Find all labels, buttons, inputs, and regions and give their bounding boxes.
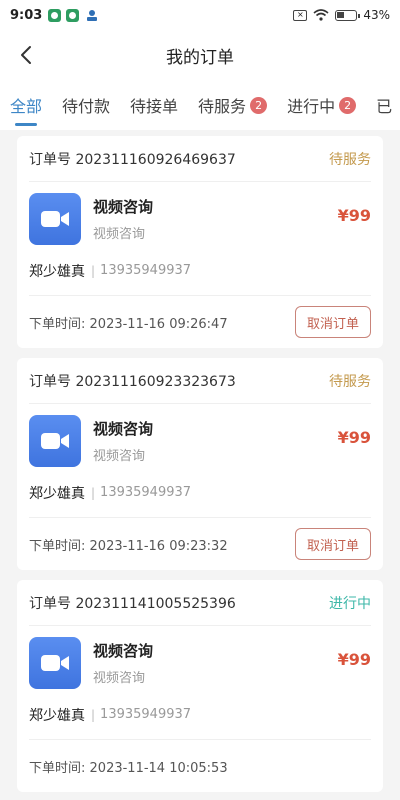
nav-bar: 我的订单 (0, 30, 400, 80)
product-title: 视频咨询 (93, 198, 154, 216)
product-subtitle: 视频咨询 (93, 671, 146, 686)
shield-notification-icon (66, 8, 80, 22)
tab-label: 待服务 (198, 97, 247, 116)
tab-in-progress[interactable]: 进行中 2 (287, 80, 357, 130)
order-card[interactable]: 订单号 202311141005525396 进行中 视频咨询 视频咨询 ¥99… (17, 580, 383, 792)
tab-completed[interactable]: 已 (376, 80, 392, 130)
product-info: 视频咨询 视频咨询 (93, 418, 371, 464)
tab-count-badge: 2 (250, 96, 268, 114)
back-arrow-icon (21, 46, 31, 64)
order-card[interactable]: 订单号 202311160923323673 待服务 视频咨询 视频咨询 ¥99… (17, 358, 383, 570)
tab-label: 全部 (10, 97, 43, 116)
buyer-phone: 13935949937 (100, 485, 192, 500)
tab-label: 进行中 (287, 97, 336, 116)
order-footer: 下单时间: 2023-11-16 09:26:47 取消订单 (29, 296, 371, 348)
order-number-value: 202311160926469637 (75, 151, 236, 168)
order-status: 进行中 (329, 595, 371, 612)
product-info: 视频咨询 视频咨询 (93, 196, 371, 242)
video-camera-icon (41, 433, 69, 449)
order-footer: 下单时间: 2023-11-16 09:23:32 取消订单 (29, 518, 371, 570)
battery-percent: 43% (363, 8, 390, 22)
product-info: 视频咨询 视频咨询 (93, 640, 371, 686)
buyer-divider: | (91, 485, 96, 500)
tab-pending-payment[interactable]: 待付款 (62, 80, 110, 130)
order-time: 下单时间: 2023-11-14 10:05:53 (29, 757, 228, 776)
order-time-value: 2023-11-16 09:23:32 (89, 538, 228, 554)
product-thumbnail (29, 193, 81, 245)
order-time-label: 下单时间: (29, 316, 86, 332)
page-title: 我的订单 (166, 47, 234, 68)
order-number-label: 订单号 (29, 373, 71, 390)
status-time: 9:03 (10, 7, 43, 23)
buyer-info: 郑少雄真 | 13935949937 (29, 478, 371, 518)
product-row: 视频咨询 视频咨询 ¥99 (29, 404, 371, 478)
tab-label: 待付款 (62, 97, 111, 116)
product-thumbnail (29, 415, 81, 467)
buyer-phone: 13935949937 (100, 707, 192, 722)
battery-icon (335, 9, 361, 21)
order-list: 订单号 202311160926469637 待服务 视频咨询 视频咨询 ¥99… (0, 136, 400, 800)
order-footer: 下单时间: 2023-11-14 10:05:53 (29, 740, 371, 792)
tab-count-badge: 2 (339, 96, 357, 114)
status-bar: 9:03 × 43% (0, 0, 400, 30)
order-number-label: 订单号 (29, 595, 71, 612)
product-price: ¥99 (337, 650, 371, 669)
tab-pending-accept[interactable]: 待接单 (130, 80, 178, 130)
buyer-phone: 13935949937 (100, 263, 192, 278)
product-title: 视频咨询 (93, 420, 154, 438)
order-number: 订单号 202311160926469637 (29, 149, 236, 169)
back-button[interactable] (14, 42, 38, 68)
video-camera-icon (41, 655, 69, 671)
tab-label: 已 (376, 97, 393, 116)
order-number-value: 202311141005525396 (75, 595, 236, 612)
order-card[interactable]: 订单号 202311160926469637 待服务 视频咨询 视频咨询 ¥99… (17, 136, 383, 348)
order-number-label: 订单号 (29, 151, 71, 168)
order-header: 订单号 202311141005525396 进行中 (29, 580, 371, 626)
order-time-label: 下单时间: (29, 538, 86, 554)
product-thumbnail (29, 637, 81, 689)
order-header: 订单号 202311160923323673 待服务 (29, 358, 371, 404)
cancel-order-button[interactable]: 取消订单 (295, 306, 371, 338)
status-right: × 43% (293, 8, 390, 22)
video-camera-icon (41, 211, 69, 227)
product-subtitle: 视频咨询 (93, 227, 146, 242)
product-price: ¥99 (337, 428, 371, 447)
order-time-value: 2023-11-14 10:05:53 (89, 760, 228, 776)
buyer-name: 郑少雄真 (29, 707, 85, 724)
order-header: 订单号 202311160926469637 待服务 (29, 136, 371, 182)
product-row: 视频咨询 视频咨询 ¥99 (29, 182, 371, 256)
person-notification-icon (87, 9, 98, 21)
order-number-value: 202311160923323673 (75, 373, 236, 390)
order-tabs: 全部 待付款 待接单 待服务 2 进行中 2 已 (0, 80, 400, 130)
tab-all[interactable]: 全部 (10, 80, 42, 130)
order-time-value: 2023-11-16 09:26:47 (89, 316, 228, 332)
buyer-info: 郑少雄真 | 13935949937 (29, 256, 371, 296)
product-row: 视频咨询 视频咨询 ¥99 (29, 626, 371, 700)
order-number: 订单号 202311160923323673 (29, 371, 236, 391)
buyer-name: 郑少雄真 (29, 485, 85, 502)
buyer-info: 郑少雄真 | 13935949937 (29, 700, 371, 740)
app-notification-icon (48, 8, 62, 22)
product-price: ¥99 (337, 206, 371, 225)
order-time: 下单时间: 2023-11-16 09:23:32 (29, 535, 228, 554)
order-status: 待服务 (329, 373, 371, 390)
order-time: 下单时间: 2023-11-16 09:26:47 (29, 313, 228, 332)
buyer-divider: | (91, 707, 96, 722)
order-status: 待服务 (329, 151, 371, 168)
order-number: 订单号 202311141005525396 (29, 593, 236, 613)
buyer-divider: | (91, 263, 96, 278)
cancel-order-button[interactable]: 取消订单 (295, 528, 371, 560)
wifi-icon (313, 9, 329, 21)
order-time-label: 下单时间: (29, 760, 86, 776)
sim-off-icon: × (293, 9, 308, 21)
product-title: 视频咨询 (93, 642, 154, 660)
tab-label: 待接单 (130, 97, 179, 116)
product-subtitle: 视频咨询 (93, 449, 146, 464)
tab-pending-service[interactable]: 待服务 2 (198, 80, 268, 130)
buyer-name: 郑少雄真 (29, 263, 85, 280)
